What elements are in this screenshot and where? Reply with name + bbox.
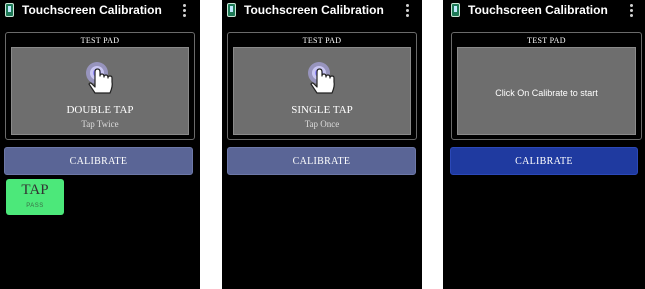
calibrate-hint: Click On Calibrate to start bbox=[495, 88, 598, 98]
test-pad-area[interactable]: Click On Calibrate to start bbox=[457, 47, 636, 135]
tap-instruction-subtitle: Tap Once bbox=[304, 119, 340, 129]
app-phone-icon bbox=[451, 3, 460, 17]
result-label: TAP bbox=[21, 182, 49, 198]
more-vert-icon[interactable] bbox=[406, 4, 409, 18]
touch-hand-icon bbox=[308, 62, 335, 94]
touch-hand-icon bbox=[86, 62, 113, 94]
calibrate-button[interactable]: CALIBRATE bbox=[227, 147, 416, 175]
tap-instruction-title: DOUBLE TAP bbox=[66, 104, 134, 116]
test-pad-frame: TEST PAD SINGLE TAP Tap Once bbox=[227, 32, 417, 140]
result-status: PASS bbox=[26, 203, 44, 209]
screen-double-tap: Touchscreen Calibration TEST PAD DOUBLE … bbox=[0, 0, 200, 289]
calibrate-button[interactable]: CALIBRATE bbox=[450, 147, 638, 175]
test-pad-frame: TEST PAD Click On Calibrate to start bbox=[451, 32, 642, 140]
tap-instruction-subtitle: Tap Twice bbox=[81, 119, 119, 129]
app-title: Touchscreen Calibration bbox=[468, 3, 608, 17]
title-bar: Touchscreen Calibration bbox=[0, 0, 200, 22]
test-pad-area[interactable]: SINGLE TAP Tap Once bbox=[233, 47, 411, 135]
app-phone-icon bbox=[5, 3, 14, 17]
test-pad-label: TEST PAD bbox=[80, 36, 120, 45]
title-bar: Touchscreen Calibration bbox=[443, 0, 645, 22]
calibrate-button[interactable]: CALIBRATE bbox=[4, 147, 193, 175]
app-title: Touchscreen Calibration bbox=[22, 3, 162, 17]
tap-instruction-title: SINGLE TAP bbox=[291, 104, 353, 116]
screen-single-tap: Touchscreen Calibration TEST PAD SINGLE … bbox=[222, 0, 422, 289]
test-pad-frame: TEST PAD DOUBLE TAP Tap Twice bbox=[5, 32, 195, 140]
test-pad-label: TEST PAD bbox=[527, 36, 566, 45]
tap-result-badge: TAP PASS bbox=[6, 179, 64, 215]
more-vert-icon[interactable] bbox=[630, 4, 633, 18]
screen-start: Touchscreen Calibration TEST PAD Click O… bbox=[443, 0, 645, 289]
test-pad-area[interactable]: DOUBLE TAP Tap Twice bbox=[11, 47, 189, 135]
app-phone-icon bbox=[227, 3, 236, 17]
app-title: Touchscreen Calibration bbox=[244, 3, 384, 17]
test-pad-label: TEST PAD bbox=[302, 36, 342, 45]
more-vert-icon[interactable] bbox=[183, 4, 186, 18]
title-bar: Touchscreen Calibration bbox=[222, 0, 422, 22]
